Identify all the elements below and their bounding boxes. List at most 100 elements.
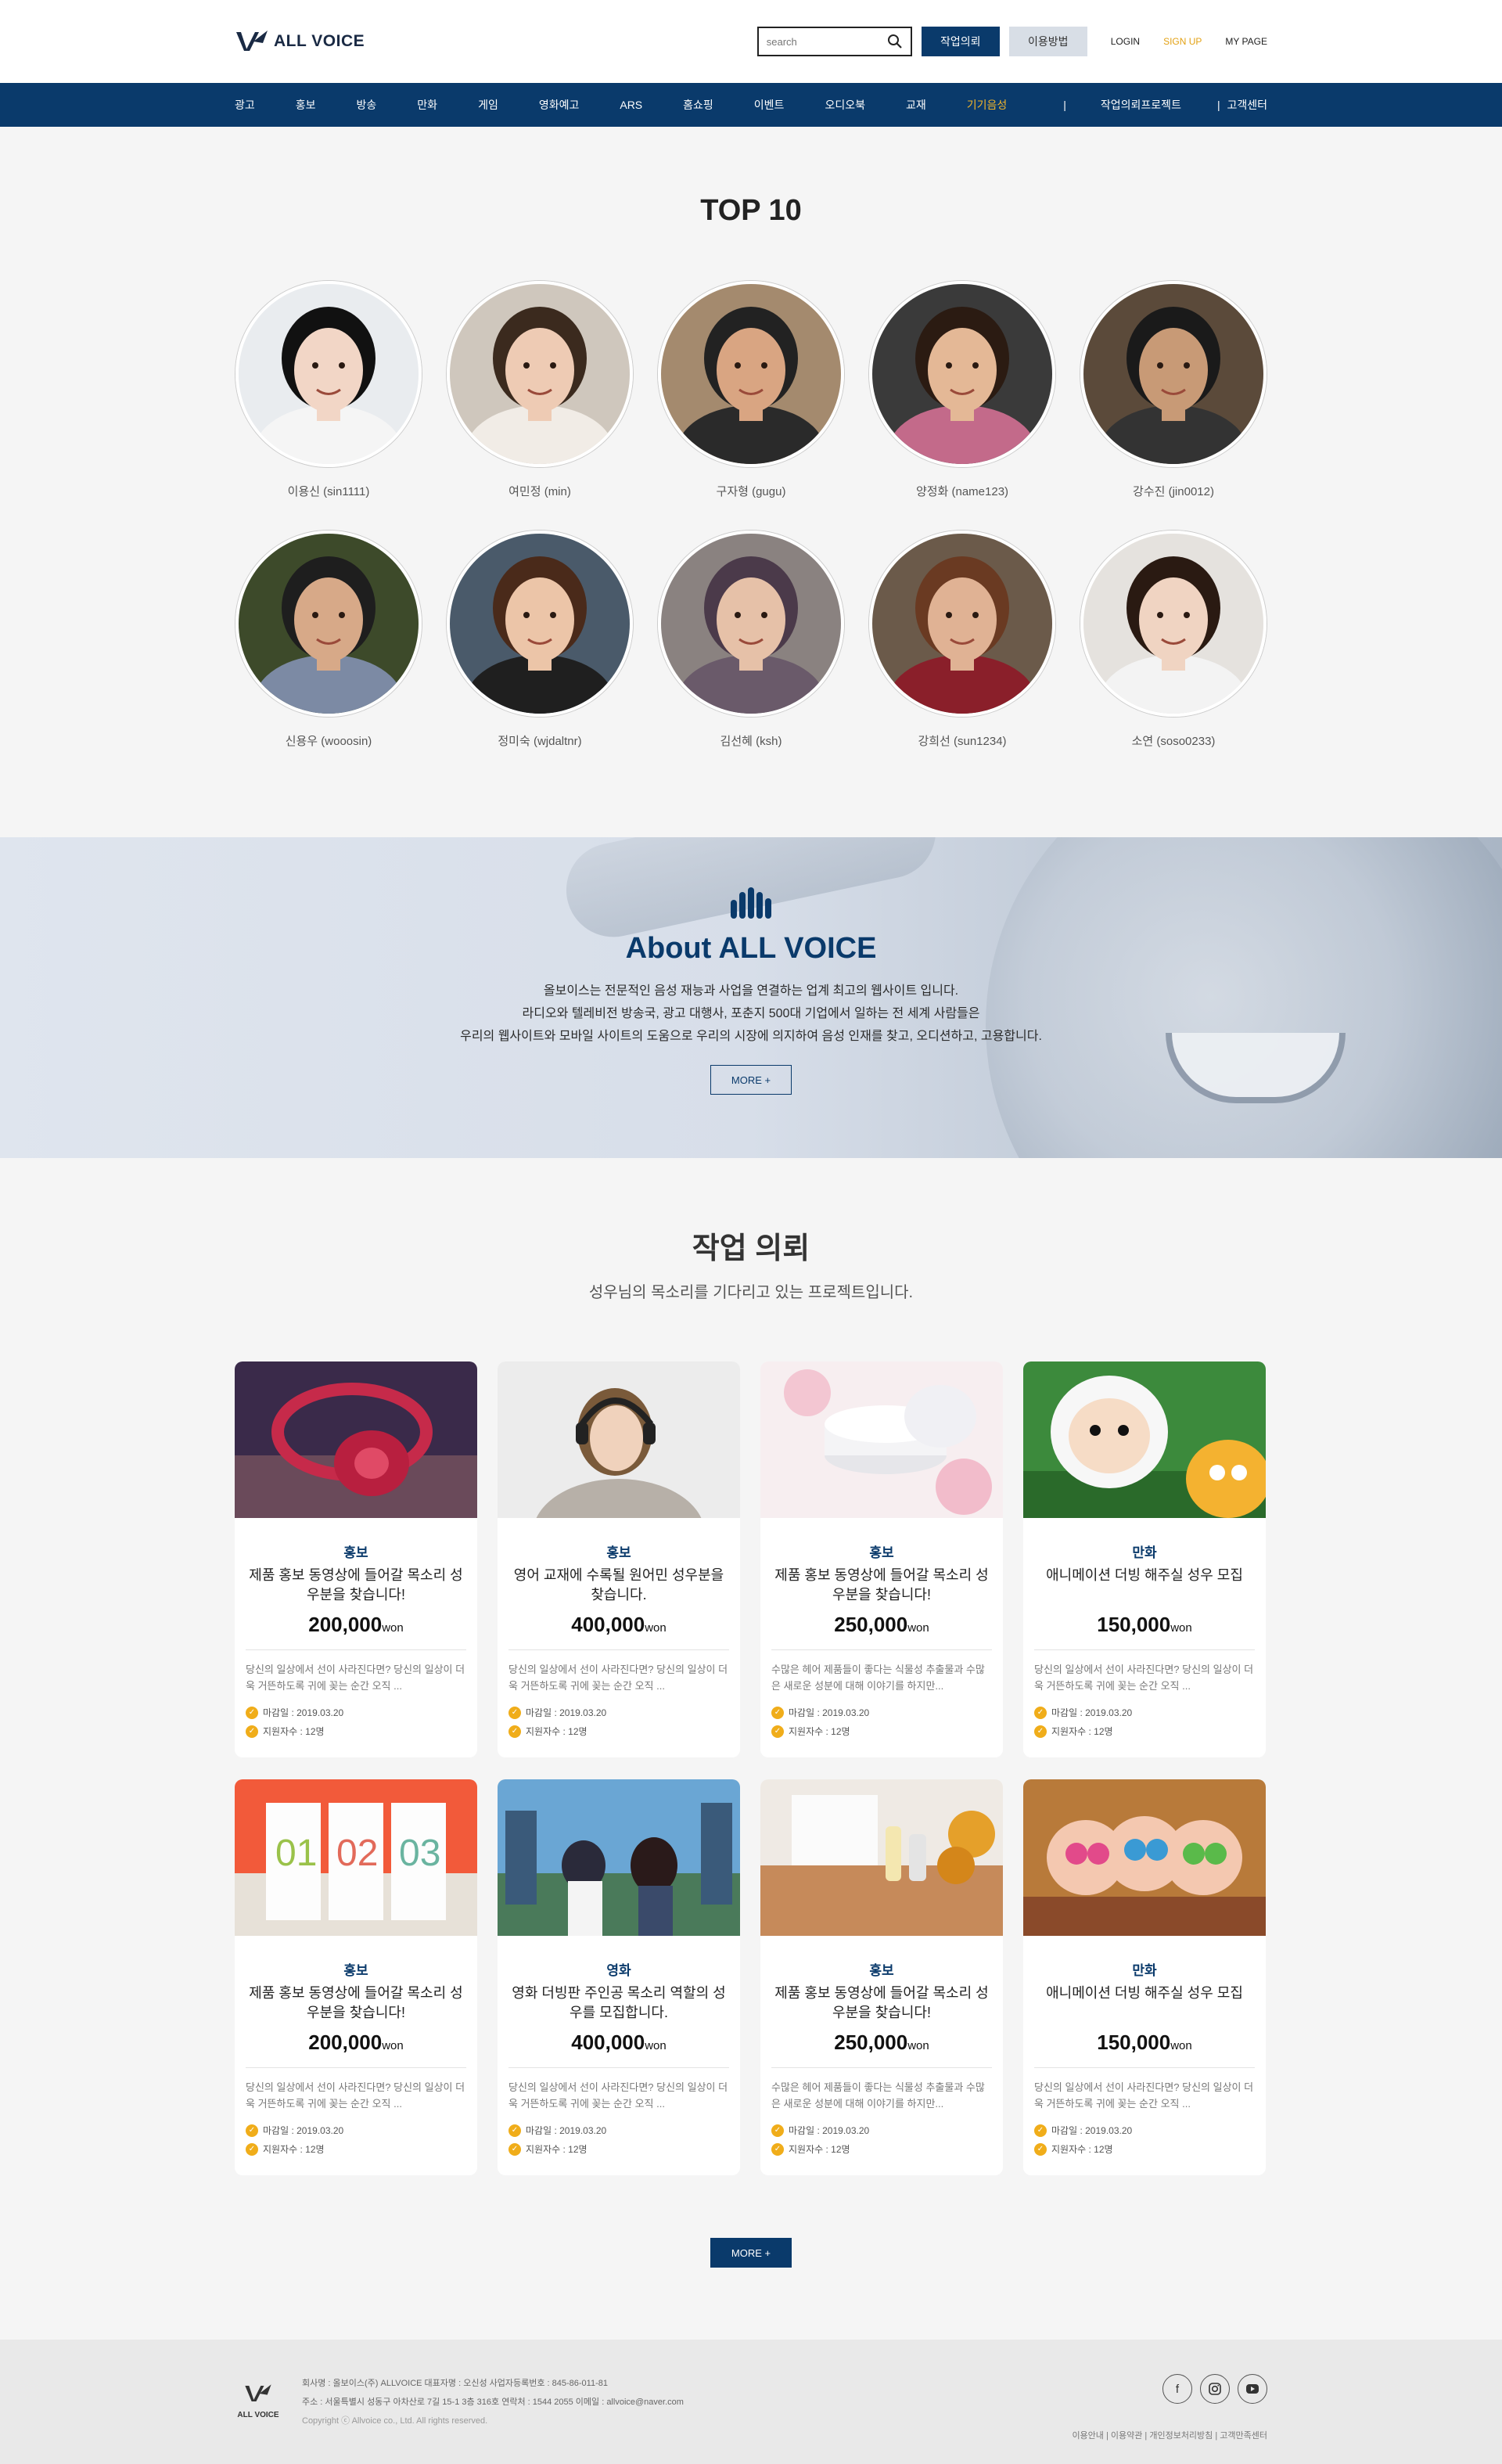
footer-logo[interactable]: ALL VOICE	[235, 2382, 282, 2419]
nav-item-4[interactable]: 만화	[417, 97, 437, 113]
request-work-button[interactable]: 작업의뢰	[921, 27, 1000, 56]
youtube-icon[interactable]	[1238, 2374, 1267, 2404]
nav-item-3[interactable]: 방송	[357, 97, 377, 113]
nav-item-5[interactable]: 게임	[478, 97, 498, 113]
job-card[interactable]: 만화 애니메이션 더빙 해주실 성우 모집 150,000won 당신의 일상에서 선…	[1023, 1361, 1266, 1757]
job-price: 150,000won	[1034, 1613, 1255, 1650]
job-card[interactable]: 홍보 제품 홍보 동영상에 들어갈 목소리 성우분을 찾습니다! 250,000wo…	[760, 1779, 1003, 2175]
voice-card[interactable]: 소연 (soso0233)	[1080, 531, 1267, 749]
job-thumbnail[interactable]	[235, 1361, 477, 1518]
nav-item-1[interactable]: 광고	[235, 97, 255, 113]
mypage-link[interactable]: MY PAGE	[1225, 36, 1267, 47]
nav-item-6[interactable]: 영화예고	[539, 97, 580, 113]
job-card[interactable]: 영화 영화 더빙판 주인공 목소리 역할의 성우를 모집합니다. 400,000wo…	[498, 1779, 740, 2175]
voice-avatar[interactable]	[447, 531, 633, 717]
job-title[interactable]: 제품 홍보 동영상에 들어갈 목소리 성우분을 찾습니다!	[771, 1984, 992, 2023]
job-thumbnail[interactable]	[1023, 1779, 1266, 1936]
job-deadline: 마감일 : 2019.03.20	[263, 1707, 344, 1718]
voice-name[interactable]: 신용우 (wooosin)	[235, 732, 422, 749]
job-thumbnail-image	[498, 1361, 740, 1518]
voice-avatar[interactable]	[447, 281, 633, 467]
voice-name[interactable]: 소연 (soso0233)	[1080, 732, 1267, 749]
voice-avatar[interactable]	[869, 531, 1055, 717]
job-title[interactable]: 제품 홍보 동영상에 들어갈 목소리 성우분을 찾습니다!	[246, 1566, 466, 1605]
nav-item-7[interactable]: ARS	[620, 99, 642, 111]
job-title[interactable]: 영어 교재에 수록될 원어민 성우분을 찾습니다.	[508, 1566, 729, 1605]
voice-name[interactable]: 구자형 (gugu)	[657, 483, 845, 499]
job-card[interactable]: 만화 애니메이션 더빙 해주실 성우 모집 150,000won 당신의 일상에서 선…	[1023, 1779, 1266, 2175]
instagram-icon[interactable]	[1200, 2374, 1230, 2404]
voice-card[interactable]: 구자형 (gugu)	[657, 281, 845, 499]
main-nav: 광고 홍보 방송 만화 게임 영화예고 ARS 홈쇼핑 이벤트 오디오북 교재 기기음성 | 작업의뢰프로…	[0, 83, 1502, 127]
job-applicants: 지원자수 : 12명	[1051, 2144, 1113, 2155]
voice-avatar[interactable]	[1080, 281, 1267, 467]
job-title[interactable]: 제품 홍보 동영상에 들어갈 목소리 성우분을 찾습니다!	[771, 1566, 992, 1605]
usage-guide-button[interactable]: 이용방법	[1008, 27, 1087, 56]
voice-name[interactable]: 김선혜 (ksh)	[657, 732, 845, 749]
job-deadline: 마감일 : 2019.03.20	[526, 1707, 607, 1718]
nav-item-project[interactable]: 작업의뢰프로젝트	[1101, 97, 1181, 113]
nav-item-support[interactable]: 고객센터	[1227, 97, 1267, 113]
voice-card[interactable]: 김선혜 (ksh)	[657, 531, 845, 749]
job-card[interactable]: 홍보 영어 교재에 수록될 원어민 성우분을 찾습니다. 400,000won 당신의…	[498, 1361, 740, 1757]
job-thumbnail[interactable]	[498, 1779, 740, 1936]
voice-portrait-image	[1083, 534, 1263, 714]
voice-card[interactable]: 강희선 (sun1234)	[868, 531, 1056, 749]
voice-name[interactable]: 정미숙 (wjdaltnr)	[446, 732, 634, 749]
job-thumbnail-image	[1023, 1779, 1266, 1936]
job-card[interactable]: 홍보 제품 홍보 동영상에 들어갈 목소리 성우분을 찾습니다! 250,000wo…	[760, 1361, 1003, 1757]
job-title[interactable]: 애니메이션 더빙 해주실 성우 모집	[1034, 1984, 1255, 2023]
job-card[interactable]: 홍보 제품 홍보 동영상에 들어갈 목소리 성우분을 찾습니다! 200,000wo…	[235, 1361, 477, 1757]
voice-card[interactable]: 강수진 (jin0012)	[1080, 281, 1267, 499]
job-title[interactable]: 영화 더빙판 주인공 목소리 역할의 성우를 모집합니다.	[508, 1984, 729, 2023]
voice-name[interactable]: 강희선 (sun1234)	[868, 732, 1056, 749]
job-title[interactable]: 제품 홍보 동영상에 들어갈 목소리 성우분을 찾습니다!	[246, 1984, 466, 2023]
site-logo[interactable]: ALL VOICE	[235, 27, 365, 56]
voice-avatar[interactable]	[235, 531, 422, 717]
about-description: 올보이스는 전문적인 음성 재능과 사업을 연결하는 업계 최고의 웹사이트 입…	[0, 980, 1502, 1048]
search-box[interactable]	[756, 27, 912, 56]
voice-avatar[interactable]	[869, 281, 1055, 467]
nav-item-10[interactable]: 오디오북	[825, 97, 865, 113]
voice-avatar[interactable]	[235, 281, 422, 467]
nav-item-11[interactable]: 교재	[906, 97, 926, 113]
voice-card[interactable]: 여민정 (min)	[446, 281, 634, 499]
job-applicants: 지원자수 : 12명	[1051, 1726, 1113, 1737]
voice-name[interactable]: 양정화 (name123)	[868, 483, 1056, 499]
job-thumbnail[interactable]	[760, 1779, 1003, 1936]
job-title[interactable]: 애니메이션 더빙 해주실 성우 모집	[1034, 1566, 1255, 1605]
facebook-icon[interactable]: f	[1162, 2374, 1192, 2404]
voice-card[interactable]: 신용우 (wooosin)	[235, 531, 422, 749]
job-price-unit: won	[645, 1621, 667, 1635]
voice-avatar[interactable]	[658, 531, 844, 717]
signup-link[interactable]: SIGN UP	[1163, 36, 1202, 47]
voice-name[interactable]: 강수진 (jin0012)	[1080, 483, 1267, 499]
nav-item-9[interactable]: 이벤트	[754, 97, 785, 113]
voice-portrait-image	[450, 284, 630, 464]
job-thumbnail[interactable]: 01 02 03	[235, 1779, 477, 1936]
job-thumbnail[interactable]	[760, 1361, 1003, 1518]
about-more-button[interactable]: MORE +	[710, 1065, 792, 1095]
voice-card[interactable]: 정미숙 (wjdaltnr)	[446, 531, 634, 749]
nav-item-2[interactable]: 홍보	[296, 97, 316, 113]
footer-links[interactable]: 이용안내 | 이용약관 | 개인정보처리방침 | 고객만족센터	[1072, 2429, 1267, 2441]
job-price-value: 150,000	[1097, 1613, 1171, 1636]
nav-item-12[interactable]: 기기음성	[967, 97, 1008, 113]
nav-item-8[interactable]: 홈쇼핑	[683, 97, 713, 113]
voice-avatar[interactable]	[1080, 531, 1267, 717]
voice-card[interactable]: 양정화 (name123)	[868, 281, 1056, 499]
search-input[interactable]	[766, 35, 884, 48]
voice-portrait-image	[661, 284, 841, 464]
voice-name[interactable]: 여민정 (min)	[446, 483, 634, 499]
voice-card[interactable]: 이용신 (sin1111)	[235, 281, 422, 499]
job-thumbnail[interactable]	[498, 1361, 740, 1518]
nav-separator: |	[1216, 99, 1220, 111]
voice-name[interactable]: 이용신 (sin1111)	[235, 483, 422, 499]
voice-avatar[interactable]	[658, 281, 844, 467]
jobs-more-button[interactable]: MORE +	[710, 2238, 792, 2268]
search-icon[interactable]	[887, 34, 903, 49]
login-link[interactable]: LOGIN	[1111, 36, 1140, 47]
job-thumbnail[interactable]	[1023, 1361, 1266, 1518]
jobs-section: 작업 의뢰 성우님의 목소리를 기다리고 있는 프로젝트입니다. 홍보 제품 홍보…	[0, 1158, 1502, 2340]
job-card[interactable]: 01 02 03 홍보 제품 홍보 동영상에 들어갈 목소리 성우분을 찾습니다! 200…	[235, 1779, 477, 2175]
